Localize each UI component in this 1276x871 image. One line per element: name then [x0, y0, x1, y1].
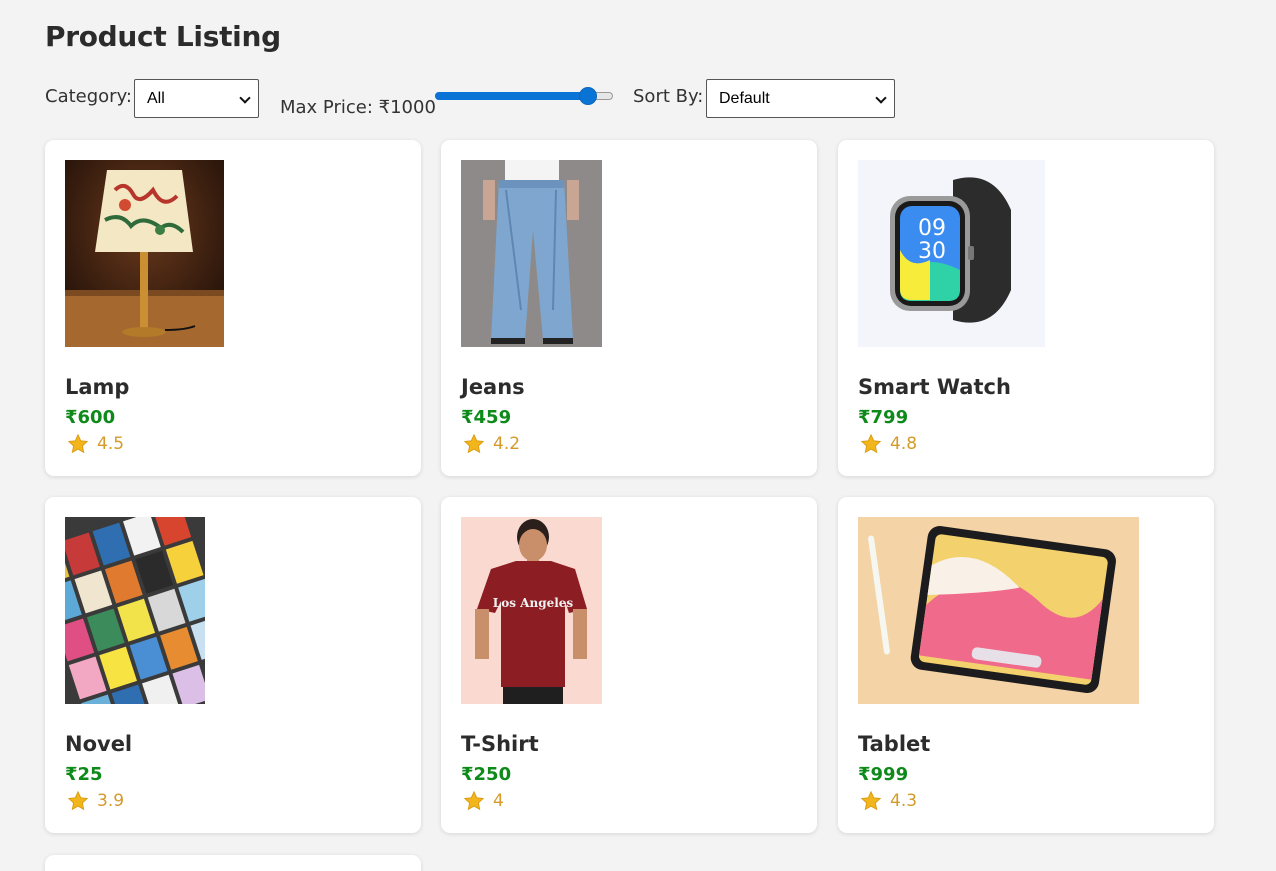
rating-value: 4.5 — [97, 434, 125, 454]
page-title: Product Listing — [45, 20, 281, 53]
star-icon — [67, 433, 89, 454]
product-card[interactable]: Lamp ₹600 4.5 — [45, 140, 421, 476]
product-price: ₹25 — [65, 764, 103, 785]
category-label: Category: — [45, 86, 132, 107]
product-name: Smart Watch — [858, 375, 1011, 399]
product-card[interactable]: Los Angeles T-Shirt ₹250 4 — [441, 497, 817, 833]
product-name: Novel — [65, 732, 133, 756]
svg-text:09: 09 — [918, 216, 946, 241]
product-name: Tablet — [858, 732, 931, 756]
product-price: ₹250 — [461, 764, 512, 785]
jeans-photo — [461, 160, 602, 347]
product-name: T-Shirt — [461, 732, 539, 756]
product-card[interactable] — [45, 855, 421, 871]
product-name: Lamp — [65, 375, 130, 399]
chevron-down-icon — [239, 92, 251, 104]
star-icon — [860, 433, 882, 454]
star-icon — [67, 790, 89, 811]
sort-label: Sort By: — [633, 86, 704, 107]
rating-value: 4 — [493, 791, 504, 811]
smartwatch-photo: 09 30 — [858, 160, 1045, 347]
tshirt-photo: Los Angeles — [461, 517, 602, 704]
product-card[interactable]: Tablet ₹999 4.3 — [838, 497, 1214, 833]
product-price: ₹999 — [858, 764, 909, 785]
max-price-slider[interactable] — [435, 87, 613, 105]
product-price: ₹459 — [461, 407, 512, 428]
product-price: ₹600 — [65, 407, 116, 428]
lamp-photo — [65, 160, 224, 347]
product-name: Jeans — [461, 375, 525, 399]
books-photo — [65, 517, 205, 704]
product-price: ₹799 — [858, 407, 909, 428]
product-card[interactable]: Novel ₹25 3.9 — [45, 497, 421, 833]
sort-select-value: Default — [719, 90, 770, 107]
rating-value: 4.8 — [890, 434, 918, 454]
category-select[interactable]: All — [134, 79, 259, 118]
product-card[interactable]: 09 30 Smart Watch ₹799 4.8 — [838, 140, 1214, 476]
category-select-value: All — [147, 90, 165, 107]
svg-text:Los Angeles: Los Angeles — [493, 596, 574, 610]
slider-fill — [435, 92, 588, 100]
star-icon — [463, 433, 485, 454]
slider-thumb[interactable] — [579, 87, 597, 105]
rating-value: 4.3 — [890, 791, 918, 811]
tablet-photo — [858, 517, 1139, 704]
sort-select[interactable]: Default — [706, 79, 895, 118]
rating-value: 4.2 — [493, 434, 521, 454]
product-card[interactable]: Jeans ₹459 4.2 — [441, 140, 817, 476]
product-rating: 3.9 — [67, 790, 124, 812]
product-rating: 4.8 — [860, 433, 917, 455]
product-rating: 4 — [463, 790, 504, 812]
max-price-label: Max Price: ₹1000 — [280, 97, 436, 118]
product-rating: 4.2 — [463, 433, 520, 455]
chevron-down-icon — [875, 92, 887, 104]
product-rating: 4.3 — [860, 790, 917, 812]
rating-value: 3.9 — [97, 791, 125, 811]
filter-bar: Category: All Max Price: ₹1000 Sort By: … — [45, 79, 945, 124]
star-icon — [860, 790, 882, 811]
product-rating: 4.5 — [67, 433, 124, 455]
star-icon — [463, 790, 485, 811]
svg-text:30: 30 — [918, 239, 946, 264]
